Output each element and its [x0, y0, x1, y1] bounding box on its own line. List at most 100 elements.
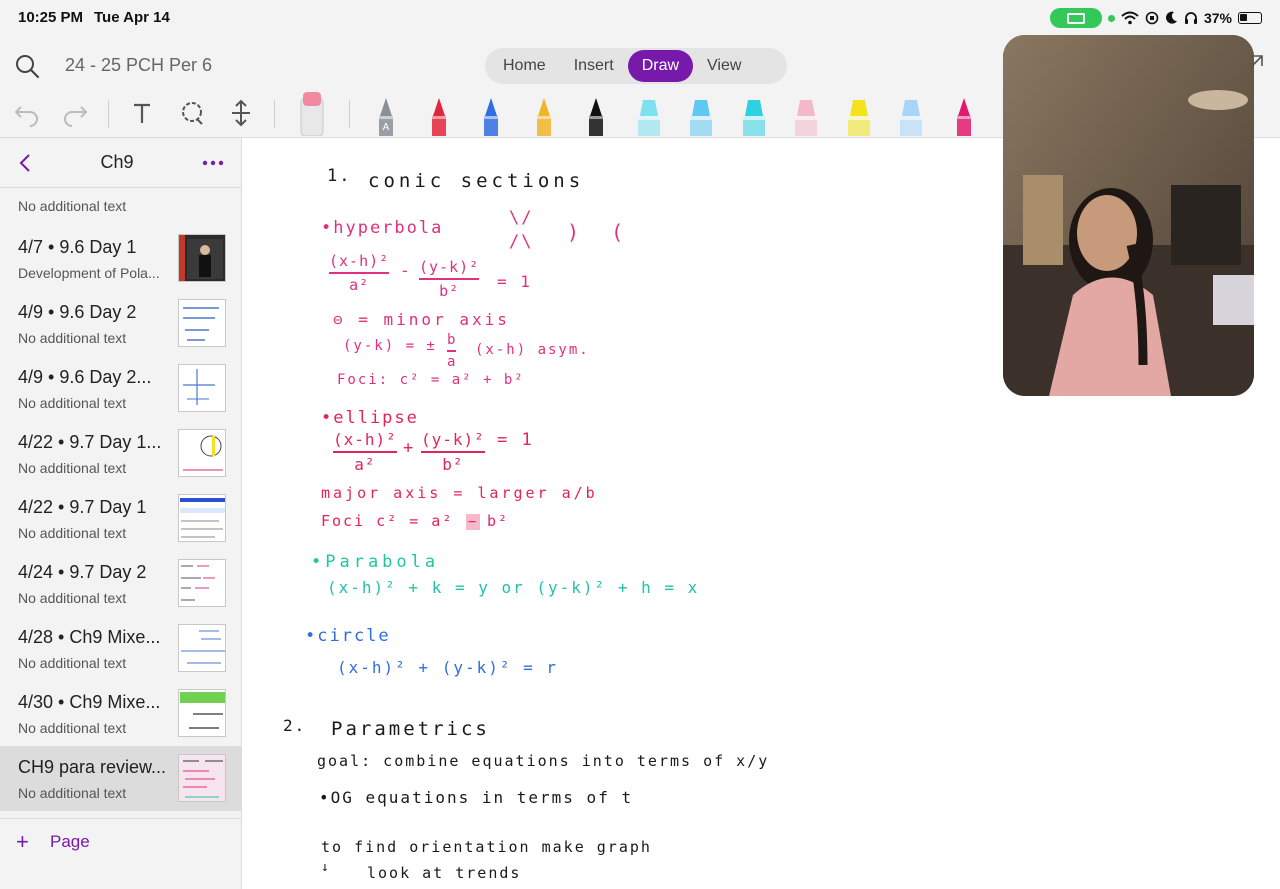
highlighter-6-icon[interactable] [635, 92, 663, 136]
circle-equation: (x-h)² + (y-k)² = r [337, 658, 559, 677]
fraction-bar [421, 451, 485, 453]
equation-rhs: = 1 [497, 272, 532, 291]
ellipse-foci-right: b² [487, 512, 510, 530]
hyperbola-foci: Foci: c² = a² + b² [337, 372, 525, 388]
page-item-selected[interactable]: CH9 para review... No additional text [0, 746, 241, 811]
page-thumbnail [178, 689, 226, 737]
search-icon[interactable] [14, 53, 40, 79]
page-subtitle: Development of Pola... [18, 265, 160, 281]
highlighter-11-icon[interactable] [897, 92, 925, 136]
page-title: 4/22 • 9.7 Day 1 [18, 497, 147, 517]
asymptote-slope: b a [447, 332, 457, 370]
eraser-icon[interactable] [298, 92, 326, 136]
fraction-numerator: (y-k)² [421, 430, 485, 449]
add-page-label: Page [50, 832, 90, 851]
page-item[interactable]: 4/30 • Ch9 Mixe... No additional text [0, 681, 241, 746]
section-header: Ch9 [0, 138, 241, 188]
fraction-bar [419, 278, 480, 280]
redo-icon[interactable] [60, 98, 90, 128]
video-call-tile[interactable] [1003, 35, 1254, 396]
hyperbola-shape-sketch: ) ( [567, 220, 634, 244]
pen-4-icon[interactable] [530, 92, 558, 136]
asymptote-left: (y-k) = ± [343, 338, 437, 354]
status-bar: 10:25 PM Tue Apr 14 37% [0, 0, 1280, 36]
tab-draw[interactable]: Draw [627, 50, 694, 82]
headphones-icon [1184, 12, 1197, 24]
ellipse-heading: •ellipse [321, 408, 419, 428]
page-thumbnail [178, 234, 226, 282]
toolbar-divider [274, 100, 275, 128]
pen-1-icon[interactable]: A [372, 92, 400, 136]
pen-3-icon[interactable] [477, 92, 505, 136]
add-page-button[interactable]: + Page [0, 818, 241, 862]
page-item[interactable]: 4/7 • 9.6 Day 1 Development of Pola... [0, 226, 241, 291]
page-item[interactable]: 4/9 • 9.6 Day 2 No additional text [0, 291, 241, 356]
camera-indicator-dot [1107, 14, 1115, 22]
page-item[interactable]: 4/24 • 9.7 Day 2 No additional text [0, 551, 241, 616]
fraction-denominator: a [447, 353, 457, 370]
hyperbola-shape-sketch: /\ [509, 232, 534, 252]
fraction-bar [329, 272, 390, 274]
arrow-mark: ↓ [321, 860, 331, 875]
page-item[interactable]: 4/22 • 9.7 Day 1 No additional text [0, 486, 241, 551]
add-space-icon[interactable] [226, 98, 256, 128]
status-time: 10:25 PM [18, 9, 84, 26]
page-title: 4/9 • 9.6 Day 2 [18, 302, 137, 322]
battery-icon [1238, 12, 1262, 24]
wifi-icon [1121, 11, 1139, 25]
page-list-panel: Ch9 No additional text 4/7 • 9.6 Day 1 D… [0, 138, 242, 889]
parametrics-og-note: •OG equations in terms of t [319, 788, 634, 807]
highlighter-10-icon[interactable] [845, 92, 873, 136]
page-thumbnail [178, 559, 226, 607]
section-title: Ch9 [100, 152, 134, 172]
pen-12-icon[interactable] [950, 92, 978, 136]
expand-video-icon[interactable] [1246, 52, 1266, 72]
minor-axis-note: ⊖ = minor axis [333, 310, 510, 329]
moon-icon [1165, 11, 1177, 24]
toolbar-divider [108, 100, 109, 128]
parametrics-goal: goal: combine equations into terms of x/… [317, 752, 770, 770]
highlighter-9-icon[interactable] [792, 92, 820, 136]
page-item-partial[interactable]: No additional text [0, 188, 241, 226]
highlighter-8-icon[interactable] [740, 92, 768, 136]
fraction-bar [447, 350, 457, 352]
page-title: 4/24 • 9.7 Day 2 [18, 562, 147, 582]
page-subtitle: No additional text [18, 655, 127, 671]
text-tool-icon[interactable] [127, 98, 157, 128]
hyperbola-heading: •hyperbola [321, 218, 444, 238]
pen-2-icon[interactable] [425, 92, 453, 136]
section-title: Parametrics [331, 718, 490, 740]
draw-tools: A [0, 92, 1000, 138]
lasso-select-icon[interactable] [177, 98, 207, 128]
section-number: 2. [283, 716, 307, 735]
page-subtitle: No additional text [18, 330, 127, 346]
page-item[interactable]: 4/9 • 9.6 Day 2... No additional text [0, 356, 241, 421]
pen-5-icon[interactable] [582, 92, 610, 136]
page-thumbnail [178, 494, 226, 542]
page-thumbnail [178, 624, 226, 672]
page-subtitle: No additional text [18, 525, 127, 541]
page-item[interactable]: 4/28 • Ch9 Mixe... No additional text [0, 616, 241, 681]
page-item[interactable]: 4/22 • 9.7 Day 1... No additional text [0, 421, 241, 486]
parabola-equations: (x-h)² + k = y or (y-k)² + h = x [327, 578, 700, 597]
tab-insert[interactable]: Insert [560, 50, 628, 82]
more-options-icon[interactable] [200, 152, 226, 174]
page-subtitle: No additional text [18, 720, 127, 736]
tab-home[interactable]: Home [489, 50, 560, 82]
page-thumbnail [178, 364, 226, 412]
fraction-bar [333, 451, 397, 453]
page-subtitle: No additional text [18, 198, 127, 214]
undo-icon[interactable] [12, 98, 42, 128]
page-thumbnail [178, 299, 226, 347]
notebook-title[interactable]: 24 - 25 PCH Per 6 [65, 55, 212, 76]
page-title: CH9 para review... [18, 757, 167, 777]
tab-view[interactable]: View [693, 50, 755, 82]
ribbon-tabs: Home Insert Draw View [485, 48, 787, 84]
plus-sign: + [403, 438, 416, 458]
page-subtitle: No additional text [18, 590, 127, 606]
highlighter-7-icon[interactable] [687, 92, 715, 136]
svg-text:A: A [383, 122, 390, 133]
page-subtitle: No additional text [18, 785, 127, 801]
minus-sign: - [400, 261, 412, 280]
page-subtitle: No additional text [18, 395, 127, 411]
